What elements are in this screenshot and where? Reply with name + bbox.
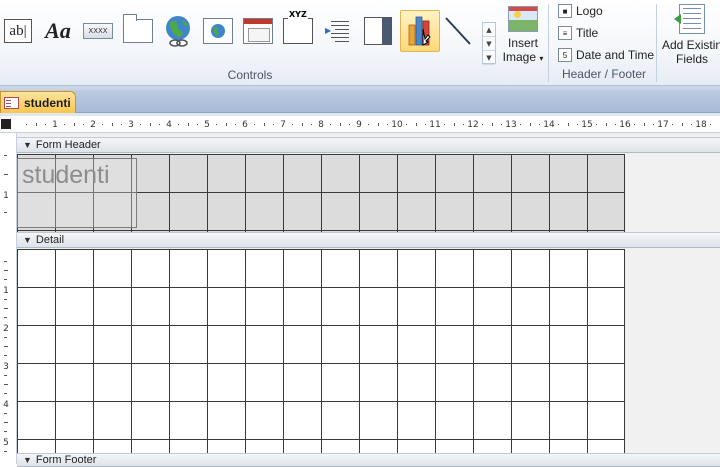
ruler-ticks: 123 456 789 10 11 12 13 14 15 16 17 18 (26, 120, 711, 130)
chart-control[interactable] (400, 10, 440, 52)
subform-control[interactable] (240, 12, 276, 50)
svg-text:3: 3 (3, 362, 9, 372)
document-tab-studenti[interactable]: studenti (0, 91, 76, 113)
gallery-more-icon: ▼ (483, 51, 495, 65)
bar-chart-icon (408, 16, 431, 46)
group-divider (548, 4, 549, 82)
date-time-button[interactable]: 5 Date and Time (558, 46, 654, 64)
header-footer-group-label: Header / Footer (561, 67, 647, 81)
title-button[interactable]: ≡ Title (558, 24, 598, 42)
add-existing-fields-button[interactable]: Add Existing Fields (662, 4, 720, 66)
section-arrow-icon: ▼ (23, 140, 32, 150)
svg-text:6: 6 (242, 120, 248, 130)
svg-text:17: 17 (657, 120, 668, 130)
line-icon (445, 17, 471, 45)
svg-text:5: 5 (3, 438, 9, 448)
svg-text:1: 1 (3, 286, 9, 296)
document-tab-label: studenti (24, 95, 71, 110)
controls-group-label: Controls (227, 68, 273, 82)
form-header-outside (626, 154, 720, 232)
calendar-icon: 5 (558, 48, 572, 62)
svg-text:14: 14 (543, 120, 555, 130)
vertical-ruler[interactable]: 1 1 2 3 4 5 (0, 133, 17, 464)
svg-text:1: 1 (52, 120, 58, 130)
section-arrow-icon: ▼ (23, 235, 32, 245)
gallery-up-icon: ▲ (483, 23, 495, 37)
option-group-control[interactable]: XYZ (280, 10, 316, 50)
svg-text:13: 13 (505, 120, 516, 130)
dropdown-arrow-icon: ▾ (539, 54, 544, 63)
tab-control[interactable] (120, 12, 156, 50)
svg-text:11: 11 (429, 120, 440, 130)
globe-icon (166, 16, 190, 47)
svg-text:7: 7 (280, 120, 286, 130)
globe-small-icon (211, 24, 225, 38)
page-break-control[interactable]: ▶ (320, 12, 356, 50)
text-box-control[interactable]: ab| (0, 12, 36, 50)
svg-text:1: 1 (3, 191, 9, 201)
svg-text:10: 10 (391, 120, 403, 130)
controls-gallery-scroll[interactable]: ▲ ▼ ▼ (482, 22, 496, 65)
line-control[interactable] (440, 12, 476, 50)
detail-bar[interactable]: ▼ Detail (17, 232, 720, 248)
controls-group: ab| Aa XXXX XYZ ▶ ▲ ▼ ▼ Controls (0, 0, 500, 86)
form-title-label[interactable]: studenti (17, 158, 137, 228)
form-icon (4, 96, 19, 109)
logo-icon: ■ (558, 4, 572, 18)
svg-text:4: 4 (3, 400, 9, 410)
svg-text:3: 3 (128, 120, 134, 130)
svg-text:12: 12 (467, 120, 478, 130)
web-browser-control[interactable] (200, 12, 236, 50)
form-footer-bar[interactable]: ▼ Form Footer (17, 453, 720, 467)
form-header-bar[interactable]: ▼ Form Header (17, 137, 720, 153)
svg-text:5: 5 (204, 120, 210, 130)
svg-text:18: 18 (695, 120, 707, 130)
detail-outside (626, 249, 720, 453)
title-icon: ≡ (558, 26, 572, 40)
form-header-section[interactable]: studenti (17, 154, 625, 232)
horizontal-ruler[interactable]: 123 456 789 10 11 12 13 14 15 16 17 18 (0, 116, 720, 133)
image-icon (508, 6, 538, 32)
svg-text:4: 4 (166, 120, 172, 130)
hyperlink-control[interactable] (160, 12, 196, 50)
svg-text:15: 15 (581, 120, 592, 130)
svg-text:8: 8 (318, 120, 324, 130)
svg-text:9: 9 (356, 120, 362, 130)
svg-text:16: 16 (619, 120, 631, 130)
vertical-ruler-ticks: 1 1 2 3 4 5 (3, 155, 9, 452)
ribbon: ab| Aa XXXX XYZ ▶ ▲ ▼ ▼ Controls Insert … (0, 0, 720, 86)
field-list-icon (674, 4, 705, 34)
group-divider (656, 4, 657, 82)
combo-box-control[interactable] (360, 12, 396, 50)
logo-button[interactable]: ■ Logo (558, 2, 603, 20)
svg-text:2: 2 (90, 120, 96, 130)
detail-section[interactable] (17, 249, 625, 453)
form-design-surface[interactable]: ▼ Form Header studenti ▼ Detail ▼ Form F… (17, 133, 720, 467)
label-control[interactable]: Aa (40, 12, 76, 50)
button-control[interactable]: XXXX (80, 12, 116, 50)
insert-image-button[interactable]: Insert Image ▾ (502, 6, 544, 66)
form-selector[interactable] (1, 119, 11, 129)
svg-text:2: 2 (3, 324, 9, 334)
document-tab-bar: studenti (0, 90, 720, 113)
gallery-down-icon: ▼ (483, 37, 495, 51)
